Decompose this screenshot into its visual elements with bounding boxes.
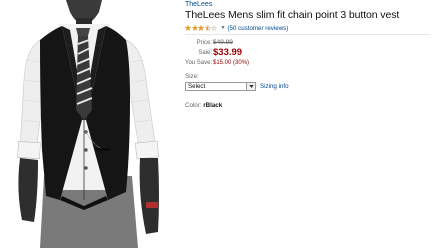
size-select-value: Select [188, 83, 206, 90]
chevron-down-icon[interactable]: ▼ [221, 25, 226, 31]
divider [185, 34, 430, 35]
color-value: rBlack [203, 102, 223, 109]
list-price-label: Price: [196, 40, 212, 46]
brand-link[interactable]: TheLees [185, 1, 212, 8]
product-image [17, 0, 160, 248]
color-label: Color: [185, 102, 202, 109]
size-select[interactable]: Select [185, 82, 256, 91]
star-icon [185, 25, 191, 31]
sizing-info-link[interactable]: Sizing info [260, 83, 289, 90]
size-label: Size: [185, 73, 199, 80]
star-icon [191, 25, 198, 31]
product-title: TheLees Mens slim fit chain point 3 butt… [185, 9, 400, 21]
list-price: $49.99 [213, 39, 233, 46]
vest-pocket [96, 148, 110, 151]
you-save-value: $15.00 (30%) [213, 60, 250, 66]
sale-price: $33.99 [213, 47, 243, 58]
chevron-down-icon[interactable] [246, 83, 255, 90]
star-rating[interactable] [185, 25, 218, 31]
color-row: Color: rBlack [185, 102, 222, 109]
star-half-icon [204, 25, 211, 31]
you-save-label: You Save: [185, 60, 213, 66]
customer-reviews-link[interactable]: (50 customer reviews) [227, 25, 288, 32]
sale-price-label: Sale: [198, 50, 212, 56]
star-icon [198, 25, 204, 31]
mannequin-head [66, 0, 102, 28]
star-empty-icon [211, 25, 217, 31]
rating-row: ▼ (50 customer reviews) [185, 24, 288, 32]
